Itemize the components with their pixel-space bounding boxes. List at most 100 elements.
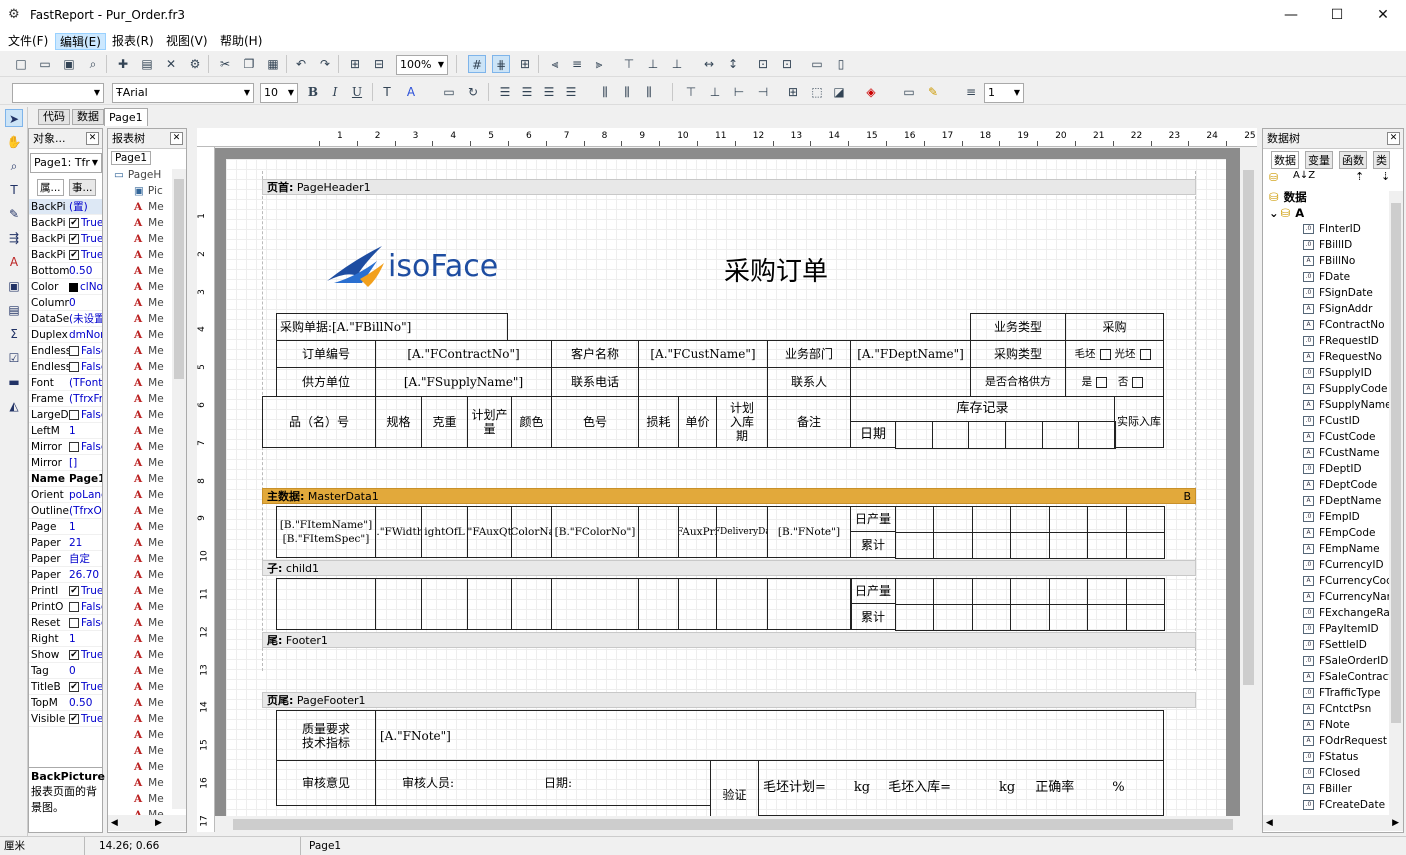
footer-band[interactable]: 尾: Footer1: [262, 632, 1196, 648]
empty-cell[interactable]: [638, 578, 679, 630]
daily-output-label[interactable]: 日产量: [850, 506, 896, 532]
menu-help[interactable]: 帮助(H): [216, 33, 266, 50]
empty-cell[interactable]: [1125, 604, 1165, 631]
line-style-icon[interactable]: ≡: [962, 83, 980, 101]
aux-price-memo[interactable]: [B."FAuxPrice"]: [678, 506, 717, 558]
menu-file[interactable]: 文件(F): [4, 33, 52, 50]
report-title[interactable]: 采购订单: [724, 251, 828, 288]
menu-edit[interactable]: 编辑(E): [55, 33, 106, 50]
redo-icon[interactable]: ↷: [316, 55, 334, 73]
qualified-supplier-label[interactable]: 是否合格供方: [970, 367, 1066, 397]
underline-button[interactable]: U: [348, 83, 366, 101]
data-field[interactable]: A FDeptName: [1263, 493, 1403, 509]
checkbox-icon[interactable]: [1096, 376, 1108, 388]
department-memo[interactable]: [A."FDeptName"]: [850, 340, 971, 368]
property-value[interactable]: ✔ True: [69, 711, 102, 726]
property-value[interactable]: False: [69, 359, 102, 374]
property-row[interactable]: BackPi ✔ True: [29, 231, 102, 247]
canvas-vertical-scrollbar[interactable]: [1240, 148, 1257, 816]
font-name-select[interactable]: ŦArial ▼: [112, 83, 254, 103]
data-field[interactable]: A FSupplyName: [1263, 397, 1403, 413]
property-row[interactable]: Page 1: [29, 519, 102, 535]
open-icon[interactable]: ▭: [36, 55, 54, 73]
property-row[interactable]: Column 0: [29, 295, 102, 311]
style-select[interactable]: ▼: [12, 83, 104, 103]
data-field[interactable]: .0 FCurrencyID: [1263, 557, 1403, 573]
data-field[interactable]: A FContractNo: [1263, 317, 1403, 333]
fill-color-icon[interactable]: ◈: [862, 83, 880, 101]
group-icon[interactable]: ⊞: [346, 55, 364, 73]
data-field[interactable]: .0 FExchangeRate: [1263, 605, 1403, 621]
data-field[interactable]: A FCurrencyName: [1263, 589, 1403, 605]
property-value[interactable]: 21: [69, 535, 102, 550]
property-row[interactable]: Show ✔ True: [29, 647, 102, 663]
empty-cell[interactable]: [971, 578, 1012, 605]
data-field[interactable]: A FSaleContract: [1263, 669, 1403, 685]
empty-cell[interactable]: [933, 506, 973, 533]
delivery-date-memo[interactable]: [B."FDeliveryDate"]: [716, 506, 768, 558]
tab-properties[interactable]: 属...: [37, 179, 64, 196]
master-data-band[interactable]: 主数据: MasterData1 B: [262, 488, 1196, 504]
format-painter-icon[interactable]: ✎: [5, 205, 23, 223]
empty-cell[interactable]: [1010, 604, 1050, 631]
save-icon[interactable]: ▣: [60, 55, 78, 73]
col-stock-record[interactable]: 库存记录: [850, 396, 1115, 422]
property-value[interactable]: (未设置): [69, 311, 102, 326]
property-value[interactable]: 1: [69, 519, 102, 534]
valign-top-icon[interactable]: ⫼: [596, 83, 614, 101]
note-memo[interactable]: [B."FNote"]: [767, 506, 851, 558]
checkbox-tool-icon[interactable]: ☑: [5, 349, 23, 367]
customer-name-memo[interactable]: [A."FCustName"]: [638, 340, 768, 368]
phone-label[interactable]: 联系电话: [551, 367, 639, 397]
property-row[interactable]: PrintO False: [29, 599, 102, 615]
property-value[interactable]: poLandscape: [69, 487, 102, 502]
data-root[interactable]: ⛁ 数据: [1263, 189, 1403, 205]
tab-code[interactable]: 代码: [38, 109, 70, 125]
item-name-memo[interactable]: [B."FItemName"] [B."FItemSpec"]: [276, 506, 376, 558]
empty-cell[interactable]: [1125, 506, 1165, 533]
department-label[interactable]: 业务部门: [767, 340, 851, 368]
page-settings-icon[interactable]: ⚙: [186, 55, 204, 73]
delete-page-icon[interactable]: ✕: [162, 55, 180, 73]
empty-cell[interactable]: [933, 604, 973, 631]
property-value[interactable]: []: [69, 455, 102, 470]
text-tool-icon[interactable]: T: [5, 181, 23, 199]
property-row[interactable]: Tag 0: [29, 663, 102, 679]
cut-icon[interactable]: ✂: [216, 55, 234, 73]
shadow-icon[interactable]: ◪: [830, 83, 848, 101]
empty-cell[interactable]: [1087, 578, 1127, 605]
empty-cell[interactable]: [1048, 532, 1089, 559]
empty-cell[interactable]: [1125, 578, 1165, 605]
color-no-memo[interactable]: [B."FColorNo"]: [551, 506, 639, 558]
empty-cell[interactable]: [1125, 532, 1165, 559]
ungroup-icon[interactable]: ⊟: [370, 55, 388, 73]
empty-cell[interactable]: [716, 578, 768, 630]
property-value[interactable]: 0.50: [69, 695, 102, 710]
supplier-label[interactable]: 供方单位: [276, 367, 376, 397]
property-row[interactable]: Reset False: [29, 615, 102, 631]
property-value[interactable]: 自定: [69, 551, 102, 566]
design-canvas[interactable]: 页首: PageHeader1 isoFace 采购订单 采购单据:[A."FB…: [215, 148, 1240, 816]
property-value[interactable]: (置): [69, 199, 102, 214]
preview-icon[interactable]: ⌕: [84, 55, 102, 73]
highlight-icon[interactable]: ▭: [440, 83, 458, 101]
property-row[interactable]: Color clNone: [29, 279, 102, 295]
property-value[interactable]: ✔ True: [69, 647, 102, 662]
tab-events[interactable]: 事...: [69, 179, 96, 196]
close-icon[interactable]: ✕: [1387, 132, 1400, 145]
empty-cell[interactable]: [375, 578, 422, 630]
loss-memo[interactable]: [638, 506, 679, 558]
frame-right-icon[interactable]: ⊣: [754, 83, 772, 101]
align-right-icon[interactable]: ⫸: [590, 55, 608, 73]
hand-tool-icon[interactable]: ✋: [5, 133, 23, 151]
empty-cell[interactable]: [1087, 604, 1127, 631]
property-row[interactable]: Paper 自定: [29, 551, 102, 567]
close-icon[interactable]: ✕: [170, 132, 183, 145]
verify-label[interactable]: 验证: [710, 760, 759, 816]
child-cumulative-label[interactable]: 累计: [850, 603, 896, 630]
align-bottom-icon[interactable]: ⊥: [668, 55, 686, 73]
database-icon[interactable]: ⛁: [1269, 171, 1278, 184]
weight-memo[interactable]: ightOfL: [421, 506, 468, 558]
property-row[interactable]: LargeD False: [29, 407, 102, 423]
data-field[interactable]: .0 FSupplyID: [1263, 365, 1403, 381]
